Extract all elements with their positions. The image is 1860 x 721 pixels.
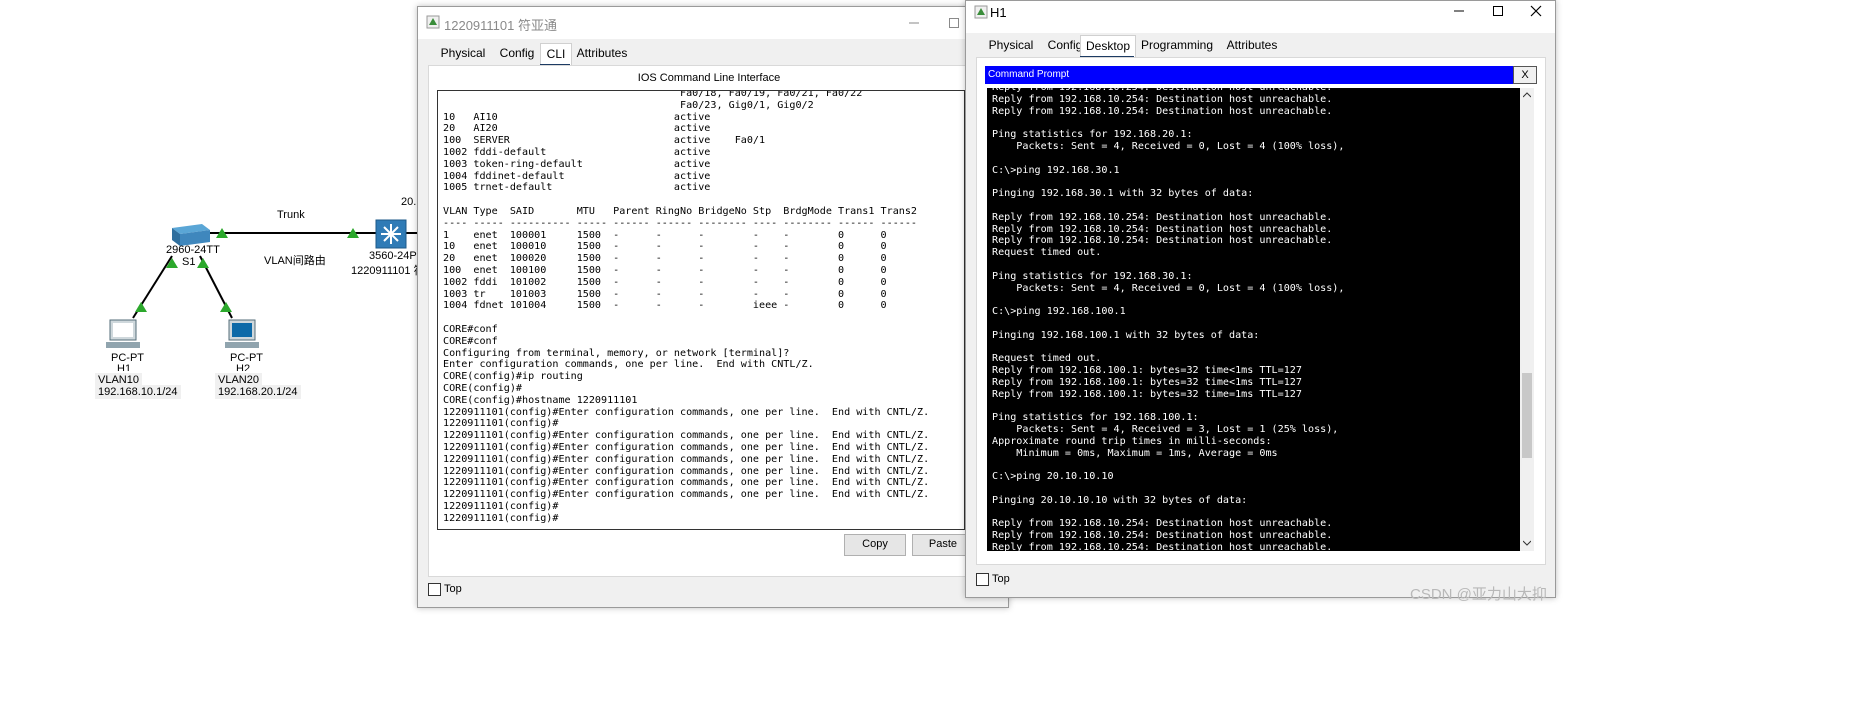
cli-panel: IOS Command Line Interface Fa0/18, Fa0/1… bbox=[428, 65, 990, 577]
vlan-routing-label: VLAN间路由 bbox=[264, 255, 326, 267]
cmd-title: Command Prompt bbox=[988, 69, 1070, 80]
minimize-button[interactable] bbox=[1439, 0, 1479, 23]
pc-tabs: Physical Config Desktop Programming Attr… bbox=[976, 35, 1536, 59]
tab-attributes[interactable]: Attributes bbox=[574, 43, 630, 65]
switch-name-label: S1 bbox=[182, 256, 196, 268]
top-checkbox[interactable] bbox=[428, 583, 441, 596]
packet-tracer-icon bbox=[974, 5, 988, 19]
switch-s1-icon bbox=[172, 224, 210, 246]
switch-tabs: Physical Config CLI Attributes bbox=[428, 43, 988, 67]
tab-physical[interactable]: Physical bbox=[980, 35, 1042, 57]
link-light-icon bbox=[197, 258, 209, 268]
cli-terminal[interactable]: Fa0/18, Fa0/19, Fa0/21, Fa0/22 Fa0/23, G… bbox=[437, 90, 965, 530]
cmd-scrollbar[interactable] bbox=[1520, 88, 1534, 551]
cmd-close-button[interactable]: X bbox=[1513, 66, 1537, 84]
minimize-icon bbox=[909, 22, 919, 24]
cli-output: Fa0/18, Fa0/19, Fa0/21, Fa0/22 Fa0/23, G… bbox=[443, 90, 930, 524]
tab-desktop[interactable]: Desktop bbox=[1080, 35, 1136, 58]
core-switch-icon bbox=[375, 219, 407, 249]
close-icon bbox=[1530, 5, 1542, 17]
tab-cli[interactable]: CLI bbox=[540, 43, 572, 66]
switch-model-label: 2960-24TT bbox=[166, 244, 220, 256]
scroll-down-icon[interactable] bbox=[1523, 540, 1531, 546]
cmd-terminal[interactable]: Reply from 192.168.10.254: Destination h… bbox=[987, 88, 1520, 551]
maximize-button[interactable] bbox=[1478, 0, 1518, 23]
pc-h2-name-label: H2 bbox=[236, 363, 251, 371]
copy-button[interactable]: Copy bbox=[844, 534, 906, 556]
pc-window[interactable]: H1 Physical Config Desktop Programming A… bbox=[965, 0, 1556, 598]
tab-programming[interactable]: Programming bbox=[1136, 35, 1218, 57]
maximize-icon bbox=[1493, 6, 1503, 16]
maximize-icon bbox=[949, 18, 959, 28]
cmd-scroll-thumb[interactable] bbox=[1522, 373, 1532, 458]
cmd-output: Reply from 192.168.10.254: Destination h… bbox=[992, 88, 1345, 551]
core-model-label: 3560-24PS bbox=[369, 250, 425, 262]
pc-h1-icon bbox=[106, 319, 140, 348]
trunk-label: Trunk bbox=[277, 209, 305, 221]
link-light-icon bbox=[135, 302, 147, 312]
tab-physical[interactable]: Physical bbox=[432, 43, 494, 65]
pc-h1-name-label: H1 bbox=[117, 363, 132, 371]
core-name-label: 1220911101 符 bbox=[351, 265, 425, 277]
top-checkbox[interactable] bbox=[976, 573, 989, 586]
packet-tracer-icon bbox=[426, 15, 440, 29]
pc-window-titlebar[interactable]: H1 bbox=[966, 1, 1555, 33]
switch-window-title: 1220911101 符亚通 bbox=[444, 18, 557, 33]
scroll-up-icon[interactable] bbox=[1523, 92, 1531, 98]
close-button[interactable] bbox=[1516, 0, 1556, 23]
pc-window-title: H1 bbox=[990, 5, 1007, 20]
tab-attributes[interactable]: Attributes bbox=[1218, 35, 1286, 57]
cli-heading: IOS Command Line Interface bbox=[637, 72, 781, 84]
switch-window-titlebar[interactable]: 1220911101 符亚通 bbox=[418, 7, 1008, 39]
pc-h1-ip-label: 192.168.10.1/24 bbox=[95, 385, 181, 399]
cmd-titlebar: Command Prompt bbox=[985, 66, 1513, 84]
core-ip-label: 20. bbox=[401, 196, 417, 208]
desktop-panel: Command Prompt X Reply from 192.168.10.2… bbox=[976, 57, 1546, 565]
pc-h2-icon bbox=[225, 319, 259, 348]
switch-window[interactable]: 1220911101 符亚通 Physical Config CLI Attri… bbox=[417, 6, 1009, 608]
watermark: CSDN @亚力山大抑 bbox=[1410, 586, 1547, 603]
top-label: Top bbox=[444, 583, 462, 595]
top-label: Top bbox=[992, 573, 1010, 585]
pc-h2-ip-label: 192.168.20.1/24 bbox=[215, 385, 301, 399]
link-light-icon bbox=[220, 302, 232, 312]
tab-config[interactable]: Config bbox=[494, 43, 540, 65]
minimize-button[interactable] bbox=[894, 11, 934, 35]
minimize-icon bbox=[1454, 10, 1464, 12]
